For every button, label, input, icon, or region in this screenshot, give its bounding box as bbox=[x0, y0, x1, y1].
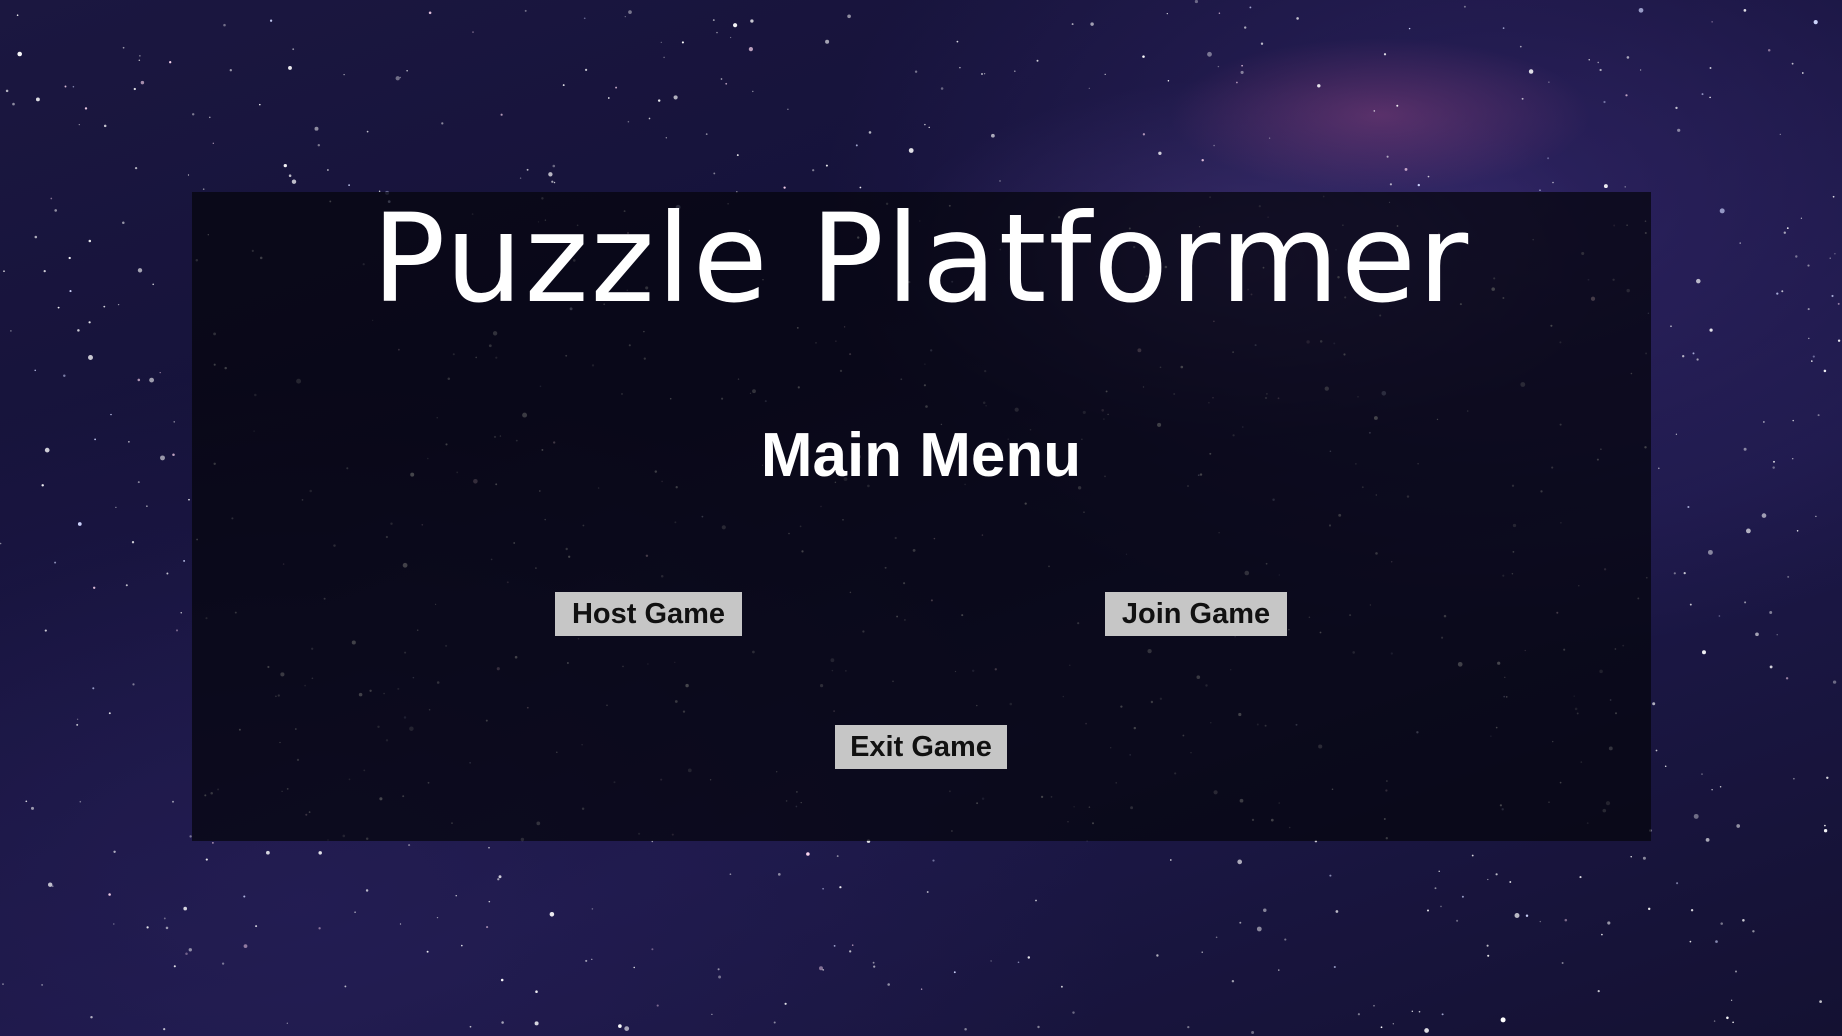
game-title: Puzzle Platformer bbox=[371, 188, 1471, 330]
main-menu-heading: Main Menu bbox=[760, 421, 1082, 490]
main-menu-screen: Puzzle Platformer Main Menu Host Game Jo… bbox=[0, 0, 1842, 1036]
join-game-button[interactable]: Join Game bbox=[1105, 592, 1287, 636]
exit-game-button[interactable]: Exit Game bbox=[835, 725, 1007, 769]
host-game-button[interactable]: Host Game bbox=[555, 592, 742, 636]
